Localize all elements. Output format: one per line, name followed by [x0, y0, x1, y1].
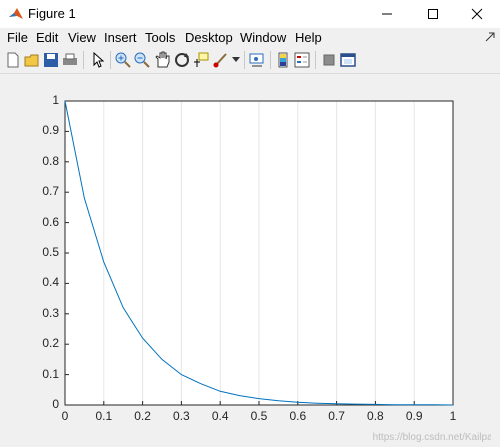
figure-canvas: 0 0.1 0.2 0.3 0.4 0.5 0.6 0.7 0.8 0.9 1 0 0.1 0.2 0.3…: [0, 74, 500, 447]
menu-window[interactable]: Window: [240, 30, 286, 45]
new-figure-icon[interactable]: [4, 51, 22, 69]
print-icon[interactable]: [61, 51, 79, 69]
hide-plot-tools-icon[interactable]: [320, 51, 338, 69]
menu-tools[interactable]: Tools: [145, 30, 175, 45]
data-cursor-icon[interactable]: [192, 51, 210, 69]
close-icon: [471, 8, 483, 20]
y-tick-label: 0.3: [42, 305, 59, 320]
y-tick-label: 0.5: [42, 245, 59, 259]
x-tick-label: 0.3: [173, 409, 190, 423]
menu-insert[interactable]: Insert: [104, 30, 137, 45]
menu-help[interactable]: Help: [295, 30, 322, 45]
y-tick-label: 0.1: [42, 366, 59, 381]
y-tick-label: 0.7: [42, 184, 59, 199]
plot-axes[interactable]: [0, 74, 500, 447]
x-tick-label: 0.4: [211, 409, 229, 423]
menu-file[interactable]: File: [7, 30, 28, 45]
matlab-logo-icon: [9, 8, 23, 19]
menu-view[interactable]: View: [68, 30, 96, 45]
figure-toolbar: [0, 47, 500, 74]
toolbar-separator: [244, 51, 245, 69]
save-icon[interactable]: [42, 51, 60, 69]
close-button[interactable]: [454, 0, 500, 28]
zoom-in-icon[interactable]: [114, 51, 132, 69]
zoom-out-icon[interactable]: [133, 51, 151, 69]
x-tick-label: 0.8: [367, 409, 384, 423]
brush-dropdown-icon[interactable]: [232, 57, 240, 63]
y-tick-label: 0.2: [42, 336, 59, 351]
pan-icon[interactable]: [153, 51, 171, 69]
dock-arrow-icon[interactable]: [484, 31, 496, 43]
toolbar-separator: [315, 51, 316, 69]
toolbar-separator: [83, 51, 84, 69]
x-tick-label: 0.1: [95, 409, 113, 423]
x-tick-label: 0.5: [250, 409, 268, 423]
open-file-icon[interactable]: [23, 51, 41, 69]
y-tick-label: 0.4: [42, 275, 59, 290]
link-plot-icon[interactable]: [248, 51, 266, 69]
y-tick-label: 0.6: [42, 214, 59, 229]
x-tick-label: 0.9: [405, 409, 423, 423]
maximize-button[interactable]: [410, 0, 456, 28]
legend-icon[interactable]: [293, 51, 311, 69]
x-tick-label: 1: [449, 409, 457, 423]
toolbar-separator: [270, 51, 271, 69]
toolbar-separator: [110, 51, 111, 69]
y-tick-label: 1: [52, 93, 59, 107]
x-tick-label: 0.7: [328, 409, 345, 423]
colorbar-icon[interactable]: [274, 51, 292, 69]
right-edge-strip: [491, 74, 500, 447]
show-plot-tools-icon[interactable]: [339, 51, 357, 69]
y-tick-label: 0.8: [42, 153, 59, 168]
window-title: Figure 1: [28, 6, 76, 21]
x-tick-label: 0: [61, 409, 69, 423]
watermark: https://blog.csdn.net/Kailpar: [372, 432, 496, 443]
x-tick-label: 0.6: [289, 409, 307, 423]
menu-bar: File Edit View Insert Tools Desktop Wind…: [0, 28, 500, 47]
title-bar: Figure 1: [0, 0, 500, 28]
rotate-3d-icon[interactable]: [173, 51, 191, 69]
x-tick-label: 0.2: [134, 409, 151, 423]
y-tick-label: 0.9: [42, 123, 59, 138]
menu-edit[interactable]: Edit: [36, 30, 58, 45]
brush-icon[interactable]: [212, 51, 230, 69]
minimize-icon: [382, 13, 392, 15]
maximize-icon: [428, 9, 438, 19]
minimize-button[interactable]: [364, 0, 410, 28]
pointer-icon[interactable]: [89, 51, 107, 69]
menu-desktop[interactable]: Desktop: [185, 30, 233, 45]
